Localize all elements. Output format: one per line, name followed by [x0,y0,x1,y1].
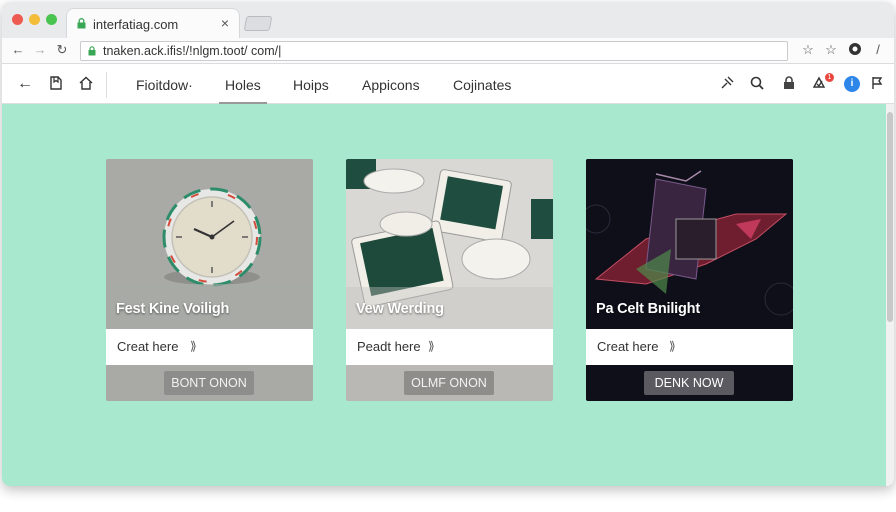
card-button[interactable]: DENK NOW [644,371,734,395]
nav-link-5[interactable]: Cojinates [453,77,511,93]
notification-badge: 1 [825,73,834,82]
close-tab-icon[interactable]: × [221,15,229,31]
card-footer: DENK NOW [586,365,793,401]
info-icon[interactable]: i [844,76,860,92]
nav-link-3[interactable]: Hoips [293,77,329,93]
main-content: Fest Kine Voiligh Creat here ⟫ BONT ONON [2,104,886,486]
card-link-text: Creat here [597,339,659,354]
card-image: Pa Celt Bnilight [586,159,793,329]
card-footer: OLMF ONON [346,365,553,401]
card-image: Vew Werding [346,159,553,329]
site-header: ← Fioitdow· Holes Hoips Appicons Cojinat… [2,64,894,104]
product-card[interactable]: Fest Kine Voiligh Creat here ⟫ BONT ONON [106,159,313,401]
card-link[interactable]: Creat here ⟫ [586,329,793,365]
maximize-window-button[interactable] [46,14,57,25]
browser-toolbar: ← → ↻ tnaken.ack.ifis!/!nlgm.toot/ com/|… [2,38,894,64]
tab-strip: interfatiag.com × [2,2,894,38]
search-icon[interactable] [748,75,766,93]
document-icon[interactable] [47,75,65,93]
new-tab-button[interactable] [243,16,273,31]
card-title: Fest Kine Voiligh [116,301,230,317]
back-arrow-icon[interactable]: ← [16,75,34,93]
arrow-right-icon: ⟫ [190,339,197,353]
lock-icon [77,18,86,29]
card-button[interactable]: OLMF ONON [404,371,494,395]
card-title: Pa Celt Bnilight [596,301,700,317]
close-window-button[interactable] [12,14,23,25]
secure-lock-icon [88,46,96,56]
card-link[interactable]: Creat here ⟫ [106,329,313,365]
browser-window: interfatiag.com × ← → ↻ tnaken.ack.ifis!… [2,2,894,486]
nav-link-4[interactable]: Appicons [362,77,420,93]
address-bar[interactable]: tnaken.ack.ifis!/!nlgm.toot/ com/| [80,41,788,61]
bookmark-star-icon[interactable]: ☆ [800,42,816,58]
back-icon[interactable]: ← [10,42,26,58]
tab-title: interfatiag.com [93,17,179,32]
nav-link-1[interactable]: Fioitdow· [136,77,193,93]
menu-icon[interactable]: / [870,42,886,58]
card-link-text: Creat here [117,339,179,354]
favorites-icon[interactable]: ☆ [823,42,839,58]
browser-tab[interactable]: interfatiag.com × [66,8,240,38]
pin-icon[interactable] [718,75,736,93]
home-icon[interactable] [77,75,95,93]
arrow-right-icon: ⟫ [428,339,435,353]
card-link[interactable]: Peadt here ⟫ [346,329,553,365]
product-card[interactable]: Vew Werding Peadt here ⟫ OLMF ONON [346,159,553,401]
card-title: Vew Werding [356,301,444,317]
forward-icon[interactable]: → [32,42,48,58]
scrollbar[interactable] [886,104,894,486]
scrollbar-thumb[interactable] [887,112,893,322]
url-text: tnaken.ack.ifis!/!nlgm.toot/ com/| [103,44,282,58]
card-button[interactable]: BONT ONON [164,371,254,395]
lock-icon[interactable] [780,75,798,93]
flag-icon[interactable] [868,75,886,93]
card-footer: BONT ONON [106,365,313,401]
minimize-window-button[interactable] [29,14,40,25]
arrow-right-icon: ⟫ [669,339,676,353]
header-divider [106,72,107,98]
card-link-text: Peadt here [357,339,421,354]
product-card[interactable]: Pa Celt Bnilight Creat here ⟫ DENK NOW [586,159,793,401]
nav-link-2[interactable]: Holes [219,77,267,104]
extension-icon[interactable] [847,42,863,58]
reload-icon[interactable]: ↻ [54,42,70,58]
card-image: Fest Kine Voiligh [106,159,313,329]
